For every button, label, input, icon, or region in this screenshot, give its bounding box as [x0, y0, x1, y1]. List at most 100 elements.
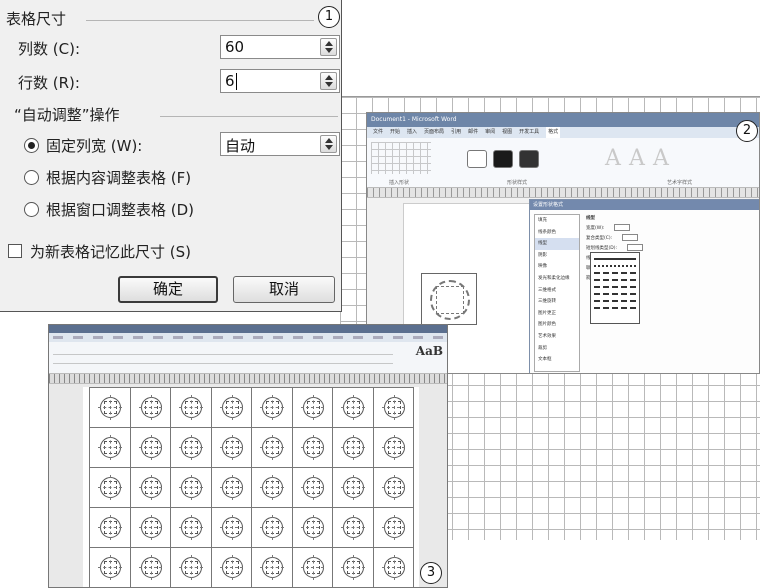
cancel-button[interactable]: 取消	[233, 276, 335, 303]
remember-size-checkbox[interactable]	[8, 244, 22, 258]
rows-value[interactable]: 6	[225, 72, 235, 90]
table-cell[interactable]	[129, 547, 171, 587]
sidebar-item[interactable]: 填充	[535, 215, 579, 227]
sidebar-item[interactable]: 映像	[535, 261, 579, 273]
table-cell[interactable]	[89, 427, 131, 468]
style-swatch-white[interactable]	[467, 150, 487, 168]
compound-type-select[interactable]	[622, 234, 639, 241]
table-cell[interactable]	[129, 387, 171, 428]
table-cell[interactable]	[291, 467, 333, 508]
fit-content-radio[interactable]	[24, 170, 39, 185]
dash-option[interactable]	[594, 258, 636, 260]
table-cell[interactable]	[210, 427, 252, 468]
table-cell[interactable]	[210, 507, 252, 548]
tab-references[interactable]: 引用	[451, 127, 461, 138]
sidebar-item[interactable]: 艺术效果	[535, 331, 579, 343]
dash-option[interactable]	[594, 286, 636, 288]
sidebar-item-selected[interactable]: 线型	[535, 238, 579, 250]
table-cell[interactable]	[170, 467, 212, 508]
table-cell[interactable]	[251, 547, 293, 587]
table-cell[interactable]	[332, 387, 374, 428]
table-cell[interactable]	[170, 547, 212, 587]
table-cell[interactable]	[372, 387, 414, 428]
table-cell[interactable]	[251, 467, 293, 508]
sidebar-item[interactable]: 三维格式	[535, 285, 579, 297]
table-cell[interactable]	[332, 467, 374, 508]
style-swatch-black[interactable]	[493, 150, 513, 168]
rows-spinner[interactable]: 6	[220, 69, 340, 93]
table-cell[interactable]	[251, 387, 293, 428]
spinner-arrows-icon[interactable]	[320, 72, 337, 90]
square-shape[interactable]	[436, 286, 464, 314]
fixed-width-spinner[interactable]: 自动	[220, 132, 340, 156]
table-cell[interactable]	[251, 427, 293, 468]
ok-button[interactable]: 确定	[118, 276, 218, 303]
table-cell[interactable]	[372, 547, 414, 587]
table-cell[interactable]	[251, 507, 293, 548]
fit-window-label[interactable]: 根据窗口调整表格 (D)	[46, 199, 194, 220]
sidebar-item[interactable]: 发光和柔化边缘	[535, 273, 579, 285]
table-cell[interactable]	[332, 507, 374, 548]
table-cell[interactable]	[210, 387, 252, 428]
table-cell-with-circle[interactable]	[421, 273, 477, 325]
remember-size-label[interactable]: 为新表格记忆此尺寸 (S)	[30, 241, 191, 262]
table-cell[interactable]	[89, 467, 131, 508]
dash-option[interactable]	[594, 272, 636, 274]
table-cell[interactable]	[291, 547, 333, 587]
tab-mailings[interactable]: 邮件	[468, 127, 478, 138]
table-cell[interactable]	[170, 387, 212, 428]
dash-option[interactable]	[594, 300, 636, 302]
table-cell[interactable]	[129, 507, 171, 548]
table-cell[interactable]	[170, 427, 212, 468]
style-swatch-dark[interactable]	[519, 150, 539, 168]
tab-home[interactable]: 开始	[390, 127, 400, 138]
dash-type-dropdown[interactable]	[590, 252, 640, 324]
tab-file[interactable]: 文件	[373, 127, 383, 138]
tab-developer[interactable]: 开发工具	[519, 127, 539, 138]
table-cell[interactable]	[332, 547, 374, 587]
spinner-arrows-icon[interactable]	[320, 135, 337, 153]
columns-spinner[interactable]: 60	[220, 35, 340, 59]
table-cell[interactable]	[210, 467, 252, 508]
table-cell[interactable]	[291, 427, 333, 468]
table-cell[interactable]	[89, 547, 131, 587]
sidebar-item[interactable]: 图片更正	[535, 308, 579, 320]
spinner-arrows-icon[interactable]	[320, 38, 337, 56]
sidebar-item[interactable]: 三维旋转	[535, 296, 579, 308]
fixed-width-label[interactable]: 固定列宽 (W):	[46, 135, 142, 156]
sidebar-item[interactable]: 阴影	[535, 250, 579, 262]
columns-value[interactable]: 60	[225, 38, 244, 56]
tab-insert[interactable]: 插入	[407, 127, 417, 138]
sidebar-item[interactable]: 裁剪	[535, 343, 579, 355]
dash-type-select[interactable]	[627, 244, 643, 251]
table-cell[interactable]	[372, 467, 414, 508]
tab-format[interactable]: 格式	[546, 127, 561, 138]
dash-option[interactable]	[594, 293, 636, 295]
dash-option[interactable]	[594, 279, 636, 281]
table-cell[interactable]	[89, 387, 131, 428]
table-cell[interactable]	[372, 507, 414, 548]
shape-gallery[interactable]	[371, 142, 431, 174]
fixed-width-radio[interactable]	[24, 138, 39, 153]
fit-content-label[interactable]: 根据内容调整表格 (F)	[46, 167, 191, 188]
circle-grid-table[interactable]	[89, 387, 414, 587]
wordart-style-icon[interactable]: A	[605, 146, 621, 171]
sidebar-item[interactable]: 图片颜色	[535, 319, 579, 331]
dash-option[interactable]	[594, 307, 636, 309]
sidebar-item[interactable]: 文本框	[535, 354, 579, 366]
width-input[interactable]	[614, 224, 631, 231]
table-cell[interactable]	[332, 427, 374, 468]
wordart-style-icon[interactable]: A	[629, 146, 645, 171]
table-cell[interactable]	[372, 427, 414, 468]
tab-review[interactable]: 审阅	[485, 127, 495, 138]
style-preview-icon[interactable]: AaB	[416, 344, 443, 358]
fit-window-radio[interactable]	[24, 202, 39, 217]
tab-page-layout[interactable]: 页面布局	[424, 127, 444, 138]
table-cell[interactable]	[170, 507, 212, 548]
table-cell[interactable]	[129, 427, 171, 468]
table-cell[interactable]	[89, 507, 131, 548]
tab-view[interactable]: 视图	[502, 127, 512, 138]
wordart-style-icon[interactable]: A	[653, 146, 669, 171]
table-cell[interactable]	[129, 467, 171, 508]
dash-option[interactable]	[594, 265, 636, 267]
